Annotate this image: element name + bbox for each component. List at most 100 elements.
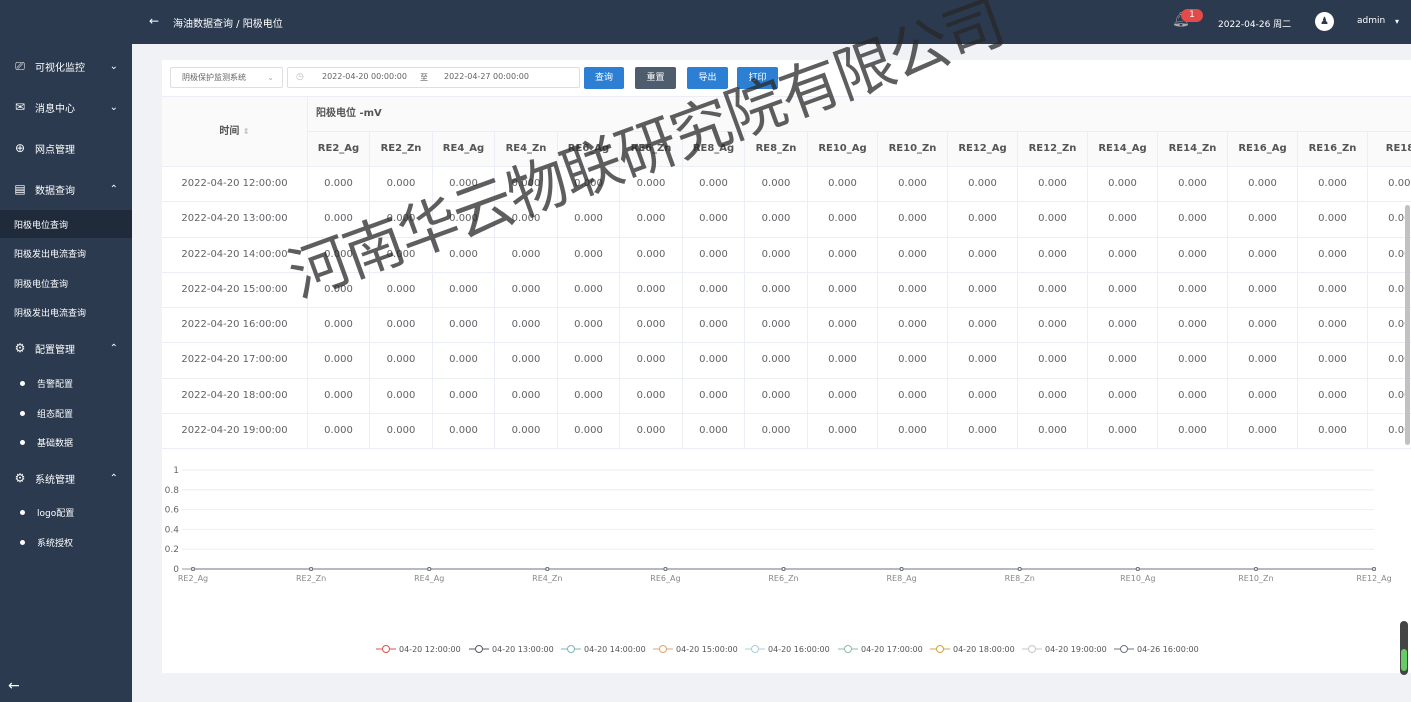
value-cell: 0.000 [495,308,558,343]
range-separator: 至 [420,73,428,82]
column-header[interactable]: RE14_Ag [1088,132,1158,167]
date-range-picker[interactable]: ◷ 2022-04-20 00:00:00 至 2022-04-27 00:00… [287,67,580,88]
table-row[interactable]: 2022-04-20 13:00:00 0.000 0.000 0.000 0.000 0… [162,202,1411,238]
value-cell: 0.000 [948,378,1018,414]
menu-message-center[interactable]: ✉ 消息中心 ⌄ [0,94,132,120]
table-row[interactable]: 2022-04-20 16:00:00 0.000 0.000 0.000 0.000 0… [162,308,1411,344]
column-header[interactable]: RE2_Zn [370,132,433,167]
time-column-header[interactable]: 时间 ⇕ [162,97,308,167]
value-cell: 0.000 [1018,237,1088,272]
value-cell: 0.000 [620,237,683,272]
vertical-scrollbar[interactable] [1405,205,1410,445]
column-header[interactable]: RE6_Zn [620,132,683,167]
value-cell: 0.000 [620,308,683,343]
value-cell: 0.000 [558,343,620,378]
y-tick-label: 0.6 [165,506,180,516]
end-date-input[interactable]: 2022-04-27 00:00:00 [444,72,529,81]
current-date: 2022-04-26 周二 [1218,20,1292,30]
sidebar-item-scada-config[interactable]: 组态配置 [0,401,132,425]
menu-site-management[interactable]: ⊕ 网点管理 [0,135,132,161]
data-point [545,567,550,571]
legend-label: 04-20 16:00:00 [768,645,830,654]
system-select[interactable]: 阴极保护监测系统 ⌄ [170,67,283,88]
value-cell: 0.000 [878,378,948,414]
bullet-icon [20,439,25,445]
query-button[interactable]: 查询 [584,67,624,89]
sidebar-item-anode-current[interactable]: 阳极发出电流查询 [0,239,132,267]
table-row[interactable]: 2022-04-20 15:00:00 0.000 0.000 0.000 0.000 0… [162,272,1411,309]
value-cell: 0.000 [1158,343,1228,378]
reset-button[interactable]: 重置 [635,67,676,89]
value-cell: 0.000 [745,308,808,343]
y-tick-label: 0.4 [165,525,180,535]
time-cell: 2022-04-20 15:00:00 [162,272,308,308]
page-scrollbar[interactable] [1400,621,1408,675]
avatar[interactable]: ♟ [1315,12,1334,31]
column-header[interactable]: RE10_Zn [878,132,948,167]
collapse-sidebar-icon[interactable]: ← [8,678,20,694]
value-cell: 0.000 [370,167,433,202]
y-tick-label: 0.2 [165,545,179,555]
value-cell: 0.000 [808,308,878,343]
menu-system-management[interactable]: ⚙ 系统管理 ⌃ [0,465,132,491]
column-header[interactable]: RE12_Zn [1018,132,1088,167]
user-name[interactable]: admin [1357,16,1385,26]
sort-icon[interactable]: ⇕ [243,127,250,136]
column-header[interactable]: RE8_Ag [683,132,745,167]
column-header[interactable]: RE6_Ag [558,132,620,167]
sidebar-item-cathode-potential[interactable]: 阴极电位查询 [0,269,132,297]
caret-down-icon[interactable]: ▾ [1395,17,1399,26]
column-header[interactable]: RE16_Zn [1298,132,1368,167]
table-row[interactable]: 2022-04-20 18:00:00 0.000 0.000 0.000 0.000 0… [162,378,1411,415]
value-cell: 0.000 [1298,167,1368,202]
sidebar-item-anode-potential[interactable]: 阳极电位查询 [0,210,132,238]
time-cell: 2022-04-20 17:00:00 [162,343,308,378]
value-cell: 0.000 [620,202,683,237]
column-header[interactable]: RE14_Zn [1158,132,1228,167]
data-point [899,567,904,571]
column-header[interactable]: RE4_Zn [495,132,558,167]
export-button[interactable]: 导出 [687,67,728,89]
menu-config-management[interactable]: ⚙ 配置管理 ⌃ [0,335,132,361]
sidebar-item-license[interactable]: 系统授权 [0,530,132,554]
back-arrow-icon[interactable]: ← [149,14,159,28]
sidebar-item-alarm-config[interactable]: 告警配置 [0,371,132,395]
column-header[interactable]: RE16_Ag [1228,132,1298,167]
table-row[interactable]: 2022-04-20 19:00:00 0.000 0.000 0.000 0.000 0… [162,414,1411,449]
value-cell: 0.000 [1158,308,1228,343]
time-cell: 2022-04-20 16:00:00 [162,308,308,343]
value-cell: 0.000 [1088,414,1158,449]
value-cell: 0.000 [948,237,1018,272]
sidebar-item-logo-config[interactable]: logo配置 [0,500,132,524]
value-cell: 0.000 [948,308,1018,343]
sidebar-item-base-data[interactable]: 基础数据 [0,430,132,454]
time-cell: 2022-04-20 14:00:00 [162,237,308,272]
menu-visual-monitor[interactable]: ⎚ 可视化监控 ⌄ [0,53,132,79]
mail-icon: ✉ [14,100,26,114]
value-cell: 0.000 [558,308,620,343]
data-point [427,567,432,571]
sidebar-item-cathode-current[interactable]: 阴极发出电流查询 [0,298,132,326]
column-header[interactable]: RE18_ [1368,132,1411,167]
table-row[interactable]: 2022-04-20 17:00:00 0.000 0.000 0.000 0.000 0… [162,343,1411,379]
value-cell: 0.000 [808,237,878,272]
legend-label: 04-20 14:00:00 [584,645,646,654]
column-header[interactable]: RE12_Ag [948,132,1018,167]
column-header[interactable]: RE10_Ag [808,132,878,167]
column-header[interactable]: RE4_Ag [433,132,495,167]
table-row[interactable]: 2022-04-20 12:00:00 0.000 0.000 0.000 0.000 0… [162,167,1411,203]
value-cell: 0.000 [683,414,745,449]
value-cell: 0.000 [1018,272,1088,308]
column-header[interactable]: RE2_Ag [308,132,370,167]
content-card: 阴极保护监测系统 ⌄ ◷ 2022-04-20 00:00:00 至 2022-… [162,60,1411,673]
menu-data-query[interactable]: ▤ 数据查询 ⌃ [0,176,132,202]
value-cell: 0.000 [1228,414,1298,449]
table-row[interactable]: 2022-04-20 14:00:00 0.000 0.000 0.000 0.000 0… [162,237,1411,273]
start-date-input[interactable]: 2022-04-20 00:00:00 [322,72,407,81]
scroll-thumb[interactable] [1401,649,1407,671]
chevron-down-icon: ⌄ [267,73,274,82]
value-cell: 0.000 [745,202,808,237]
print-button[interactable]: 打印 [737,67,778,89]
value-cell: 0.000 [308,414,370,449]
column-header[interactable]: RE8_Zn [745,132,808,167]
